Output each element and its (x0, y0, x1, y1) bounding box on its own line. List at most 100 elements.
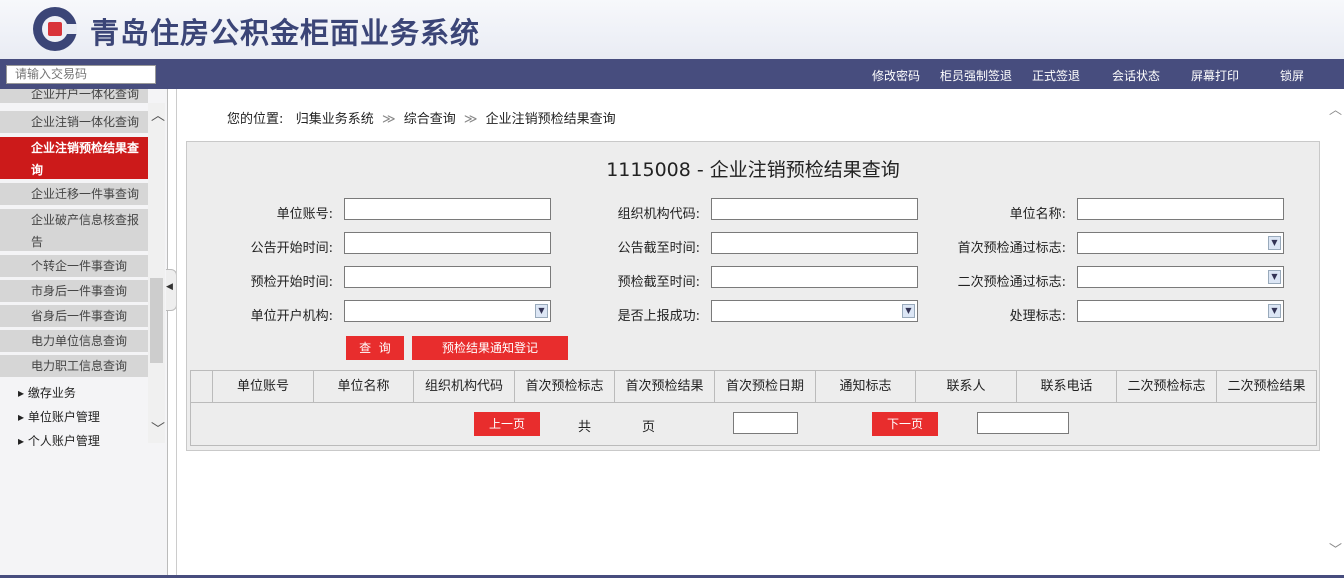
sidebar-item[interactable]: 企业注销一体化查询 (0, 111, 148, 135)
caret-right-icon: ▸ (18, 434, 25, 447)
page-title: 1115008 - 企业注销预检结果查询 (606, 159, 900, 181)
table-header: 组织机构代码 (414, 371, 515, 403)
process-flag-label: 处理标志: (1009, 309, 1066, 324)
divider (176, 89, 177, 578)
chevron-down-icon: ▼ (1268, 270, 1281, 284)
unit-name-input[interactable] (1077, 198, 1284, 220)
logo-icon (33, 7, 77, 51)
chevron-up-icon[interactable]: ︿ (1329, 99, 1342, 118)
sidebar-item[interactable]: 电力职工信息查询 (0, 355, 148, 379)
formal-signout-link[interactable]: 正式签退 (1032, 67, 1080, 84)
first-pass-flag-select[interactable]: ▼ (1077, 232, 1284, 254)
sidebar-scrollbar[interactable]: ︿ ﹀ (148, 103, 165, 443)
sidebar-menu: 企业开户一体化查询 企业注销一体化查询 企业注销预检结果查 询 企业迁移一件事查… (0, 89, 148, 447)
breadcrumb-item[interactable]: 综合查询 (404, 112, 456, 127)
query-button[interactable]: 查 询 (346, 336, 404, 360)
sidebar-group-deposit[interactable]: ▸ 缴存业务 (18, 384, 76, 401)
table-header: 联系人 (916, 371, 1017, 403)
table-header-checkbox-col (191, 371, 213, 403)
reported-label: 是否上报成功: (617, 309, 700, 324)
sidebar-item-label: 企业注销预检结果查 (31, 141, 140, 155)
pager-page-label: 页 (642, 420, 656, 435)
sidebar: 企业开户一体化查询 企业注销一体化查询 企业注销预检结果查 询 企业迁移一件事查… (0, 89, 168, 578)
sidebar-item[interactable]: 省身后一件事查询 (0, 305, 148, 329)
org-code-label: 组织机构代码: (617, 207, 700, 222)
open-org-select[interactable]: ▼ (344, 300, 551, 322)
scrollbar-thumb[interactable] (150, 278, 163, 363)
notice-start-input[interactable] (344, 232, 551, 254)
sidebar-item[interactable]: 个转企一件事查询 (0, 255, 148, 279)
table-header: 单位名称 (314, 371, 414, 403)
breadcrumb-separator-icon: ≫ (381, 112, 396, 127)
sidebar-item-label: 询 (31, 163, 44, 177)
breadcrumb: 您的位置: 归集业务系统 ≫ 综合查询 ≫ 企业注销预检结果查询 (227, 108, 616, 127)
sidebar-group-personal-account[interactable]: ▸ 个人账户管理 (18, 432, 100, 447)
check-start-input[interactable] (344, 266, 551, 288)
sidebar-item[interactable]: 企业破产信息核查报 告 (0, 209, 148, 253)
notice-start-label: 公告开始时间: (250, 241, 333, 256)
sidebar-item[interactable]: 企业开户一体化查询 (0, 89, 148, 105)
app-title: 青岛住房公积金柜面业务系统 (90, 16, 481, 50)
table-header: 二次预检标志 (1117, 371, 1217, 403)
breadcrumb-item: 企业注销预检结果查询 (485, 112, 616, 127)
unit-account-input[interactable] (344, 198, 551, 220)
top-navbar: 修改密码 柜员强制签退 正式签退 会话状态 屏幕打印 锁屏 (0, 59, 1344, 89)
page-number-input[interactable] (733, 412, 798, 434)
chevron-down-icon: ▼ (902, 304, 915, 318)
sidebar-item-label: 企业破产信息核查报 (31, 213, 140, 227)
query-panel: 1115008 - 企业注销预检结果查询 单位账号: 组织机构代码: 单位名称:… (186, 141, 1320, 451)
second-pass-flag-select[interactable]: ▼ (1077, 266, 1284, 288)
sidebar-group-label: 单位账户管理 (27, 410, 100, 424)
notice-end-label: 公告截至时间: (617, 241, 700, 256)
notice-end-input[interactable] (711, 232, 918, 254)
sidebar-group-unit-account[interactable]: ▸ 单位账户管理 (18, 408, 100, 425)
sidebar-item[interactable]: 企业迁移一件事查询 (0, 183, 148, 207)
unit-account-label: 单位账号: (276, 207, 333, 222)
table-header: 首次预检日期 (715, 371, 816, 403)
caret-left-icon: ◀ (166, 282, 173, 292)
process-flag-select[interactable]: ▼ (1077, 300, 1284, 322)
pager-total-label: 共 (578, 420, 592, 435)
table-header: 首次预检结果 (615, 371, 715, 403)
session-status-link[interactable]: 会话状态 (1112, 67, 1160, 84)
caret-right-icon: ▸ (18, 410, 25, 424)
next-page-button[interactable]: 下一页 (872, 412, 938, 436)
chevron-down-icon: ▼ (1268, 304, 1281, 318)
prev-page-button[interactable]: 上一页 (474, 412, 540, 436)
sidebar-group-label: 个人账户管理 (27, 434, 100, 447)
second-pass-flag-label: 二次预检通过标志: (957, 275, 1066, 290)
results-table: 单位账号 单位名称 组织机构代码 首次预检标志 首次预检结果 首次预检日期 通知… (190, 370, 1317, 446)
lock-screen-link[interactable]: 锁屏 (1280, 67, 1304, 84)
open-org-label: 单位开户机构: (250, 309, 333, 324)
table-header: 联系电话 (1017, 371, 1117, 403)
chevron-down-icon: ▼ (535, 304, 548, 318)
breadcrumb-prefix: 您的位置: (227, 112, 284, 127)
jump-page-input[interactable] (977, 412, 1069, 434)
check-end-input[interactable] (711, 266, 918, 288)
transaction-code-input[interactable] (6, 65, 156, 84)
reported-select[interactable]: ▼ (711, 300, 918, 322)
check-end-label: 预检截至时间: (617, 275, 700, 290)
sidebar-group-label: 缴存业务 (27, 386, 76, 400)
content-scrollbar[interactable]: ︿ ﹀ (1325, 89, 1344, 578)
breadcrumb-separator-icon: ≫ (463, 112, 478, 127)
chevron-down-icon[interactable]: ﹀ (1329, 539, 1342, 558)
table-header: 通知标志 (816, 371, 916, 403)
notify-register-button[interactable]: 预检结果通知登记 (412, 336, 568, 360)
chevron-down-icon: ▼ (1268, 236, 1281, 250)
org-code-input[interactable] (711, 198, 918, 220)
sidebar-item[interactable]: 市身后一件事查询 (0, 280, 148, 304)
table-header: 首次预检标志 (515, 371, 615, 403)
chevron-up-icon[interactable]: ︿ (151, 105, 165, 125)
first-pass-flag-label: 首次预检通过标志: (957, 241, 1066, 256)
change-password-link[interactable]: 修改密码 (872, 67, 920, 84)
sidebar-item[interactable]: 电力单位信息查询 (0, 330, 148, 354)
sidebar-item-label: 告 (31, 235, 44, 249)
force-signout-link[interactable]: 柜员强制签退 (940, 67, 1012, 84)
sidebar-item-active[interactable]: 企业注销预检结果查 询 (0, 137, 148, 181)
unit-name-label: 单位名称: (1009, 207, 1066, 222)
chevron-down-icon[interactable]: ﹀ (151, 419, 165, 439)
caret-right-icon: ▸ (18, 386, 25, 400)
breadcrumb-item[interactable]: 归集业务系统 (296, 112, 374, 127)
screen-print-link[interactable]: 屏幕打印 (1191, 67, 1239, 84)
